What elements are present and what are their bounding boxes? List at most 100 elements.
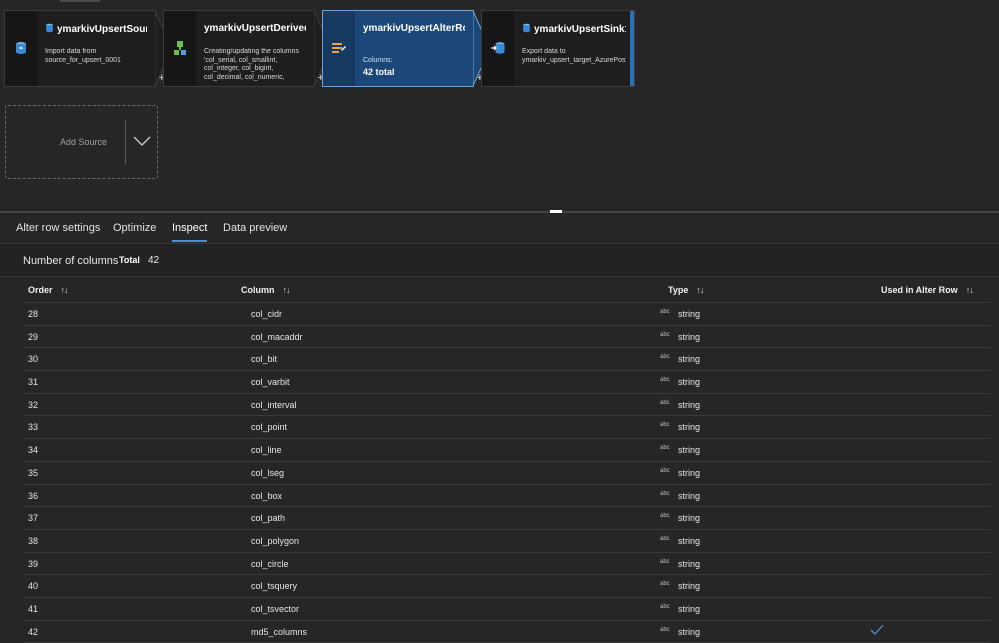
database-icon bbox=[523, 23, 530, 33]
database-icon bbox=[46, 23, 53, 33]
data-flow-canvas[interactable]: ymarkivUpsertSource1 Import data from so… bbox=[0, 0, 999, 212]
cell-type: string bbox=[678, 309, 701, 319]
table-row[interactable]: 39 col_circle abc string bbox=[24, 553, 990, 576]
table-row[interactable]: 37 col_path abc string bbox=[24, 507, 990, 530]
node-title: ymarkivUpsertSource1 bbox=[45, 23, 147, 35]
string-type-icon: abc bbox=[660, 626, 670, 633]
cell-order: 35 bbox=[28, 467, 39, 478]
grid-header: Order ↑↓ Column ↑↓ Type ↑↓ Used in Alter Ro… bbox=[24, 278, 990, 303]
add-source-label: Add Source bbox=[60, 137, 108, 147]
column-summary: Number of columns Total 42 bbox=[0, 243, 999, 277]
cell-order: 42 bbox=[28, 626, 39, 637]
total-count: 42 bbox=[148, 255, 160, 266]
cell-order: 31 bbox=[28, 377, 39, 388]
table-row[interactable]: 36 col_box abc string bbox=[24, 485, 990, 508]
node-description: Import data from source_for_upsert_0001 bbox=[45, 48, 121, 64]
node-description: Creating/updating the columns 'col_seria… bbox=[204, 48, 299, 81]
sink-marker bbox=[630, 11, 634, 86]
chevron-down-icon[interactable] bbox=[132, 134, 152, 148]
cell-column-name: col_tsvector bbox=[251, 603, 300, 614]
table-row[interactable]: 38 col_polygon abc string bbox=[24, 530, 990, 553]
node-source[interactable]: ymarkivUpsertSource1 Import data from so… bbox=[4, 10, 172, 87]
table-row[interactable]: 35 col_lseg abc string bbox=[24, 462, 990, 485]
cell-type: string bbox=[678, 490, 701, 501]
sort-icon[interactable]: ↑↓ bbox=[966, 285, 974, 295]
cell-type: string bbox=[678, 626, 701, 637]
header-label: Used in Alter Row bbox=[881, 285, 958, 295]
header-order[interactable]: Order ↑↓ bbox=[28, 285, 69, 295]
tab-data-preview[interactable]: Data preview bbox=[223, 222, 287, 234]
cell-order: 28 bbox=[28, 309, 39, 319]
tab-label: Inspect bbox=[172, 222, 208, 234]
cell-type: string bbox=[678, 422, 701, 433]
cell-order: 39 bbox=[28, 558, 39, 569]
node-title: ymarkivUpsertDerivedC... bbox=[204, 23, 306, 34]
table-row[interactable]: 42 md5_columns abc string bbox=[24, 621, 990, 643]
canvas-top-indicator bbox=[60, 0, 100, 2]
settings-tabs: Alter row settings Optimize Inspect Data… bbox=[0, 214, 999, 242]
cell-column-name: col_point bbox=[251, 422, 288, 433]
header-used-in-alter-row[interactable]: Used in Alter Row ↑↓ bbox=[881, 285, 974, 295]
sort-icon[interactable]: ↑↓ bbox=[283, 285, 291, 295]
string-type-icon: abc bbox=[660, 513, 670, 520]
table-row[interactable]: 34 col_line abc string bbox=[24, 439, 990, 462]
string-type-icon: abc bbox=[660, 331, 670, 338]
table-row[interactable]: 30 col_bit abc string bbox=[24, 348, 990, 372]
string-type-icon: abc bbox=[660, 445, 670, 452]
header-column[interactable]: Column ↑↓ bbox=[241, 285, 291, 295]
cell-order: 41 bbox=[28, 603, 39, 614]
sink-icon bbox=[491, 42, 505, 54]
node-description: Export data to ymarkiv_upsert_target_Azu… bbox=[522, 48, 626, 64]
cell-column-name: col_macaddr bbox=[251, 331, 303, 342]
cell-type: string bbox=[678, 399, 701, 410]
cell-column-name: col_cidr bbox=[251, 309, 283, 319]
tab-optimize[interactable]: Optimize bbox=[113, 222, 156, 234]
table-row[interactable]: 40 col_tsquery abc string bbox=[24, 575, 990, 598]
cell-order: 32 bbox=[28, 399, 39, 410]
cell-order: 33 bbox=[28, 422, 39, 433]
cell-order: 34 bbox=[28, 445, 39, 456]
node-title: ymarkivUpsertAlterRow1 bbox=[363, 23, 465, 34]
sort-icon[interactable]: ↑↓ bbox=[61, 285, 69, 295]
columns-total: 42 total bbox=[363, 67, 395, 77]
tab-label: Optimize bbox=[113, 222, 157, 234]
table-row[interactable]: 32 col_interval abc string bbox=[24, 394, 990, 417]
header-type[interactable]: Type ↑↓ bbox=[668, 285, 704, 295]
tab-alter-row-settings[interactable]: Alter row settings bbox=[16, 222, 100, 234]
cell-order: 37 bbox=[28, 513, 39, 524]
node-derived-column[interactable]: ymarkivUpsertDerivedC... Creating/updati… bbox=[163, 10, 331, 87]
table-row[interactable]: 41 col_tsvector abc string bbox=[24, 598, 990, 621]
tab-label: Data preview bbox=[223, 222, 288, 234]
table-row[interactable]: 31 col_varbit abc string bbox=[24, 371, 990, 394]
string-type-icon: abc bbox=[660, 581, 670, 588]
header-label: Order bbox=[28, 285, 53, 295]
node-title-text: ymarkivUpsertSink1 bbox=[534, 24, 626, 35]
node-alter-row[interactable]: ymarkivUpsertAlterRow1 Columns: 42 total… bbox=[322, 10, 490, 87]
tab-inspect[interactable]: Inspect bbox=[172, 222, 208, 242]
table-row[interactable]: 33 col_point abc string bbox=[24, 416, 990, 440]
sort-icon[interactable]: ↑↓ bbox=[696, 285, 704, 295]
cell-column-name: col_lseg bbox=[251, 467, 285, 478]
string-type-icon: abc bbox=[660, 354, 670, 361]
string-type-icon: abc bbox=[660, 490, 670, 497]
string-type-icon: abc bbox=[660, 603, 670, 610]
grid-body: 28 col_cidr abc string 29 col_macaddr abc strin… bbox=[24, 303, 990, 643]
string-type-icon: abc bbox=[660, 422, 670, 429]
table-row[interactable]: 28 col_cidr abc string bbox=[24, 303, 990, 326]
cell-type: string bbox=[678, 377, 701, 388]
node-sink[interactable]: ymarkivUpsertSink1 Export data to ymarki… bbox=[481, 10, 635, 87]
string-type-icon: abc bbox=[660, 558, 670, 565]
cell-type: string bbox=[678, 558, 701, 569]
cell-order: 36 bbox=[28, 490, 39, 501]
total-label: Total bbox=[119, 255, 140, 265]
add-source-button[interactable]: Add Source bbox=[5, 105, 158, 179]
columns-label: Columns: bbox=[363, 57, 393, 64]
node-icon-strip bbox=[323, 11, 355, 86]
splitter-grip[interactable] bbox=[550, 210, 562, 213]
cell-column-name: col_bit bbox=[251, 354, 278, 365]
cell-column-name: col_circle bbox=[251, 558, 289, 569]
panel-splitter[interactable] bbox=[0, 211, 999, 213]
cell-type: string bbox=[678, 513, 701, 524]
table-row[interactable]: 29 col_macaddr abc string bbox=[24, 326, 990, 349]
cell-column-name: col_box bbox=[251, 490, 283, 501]
